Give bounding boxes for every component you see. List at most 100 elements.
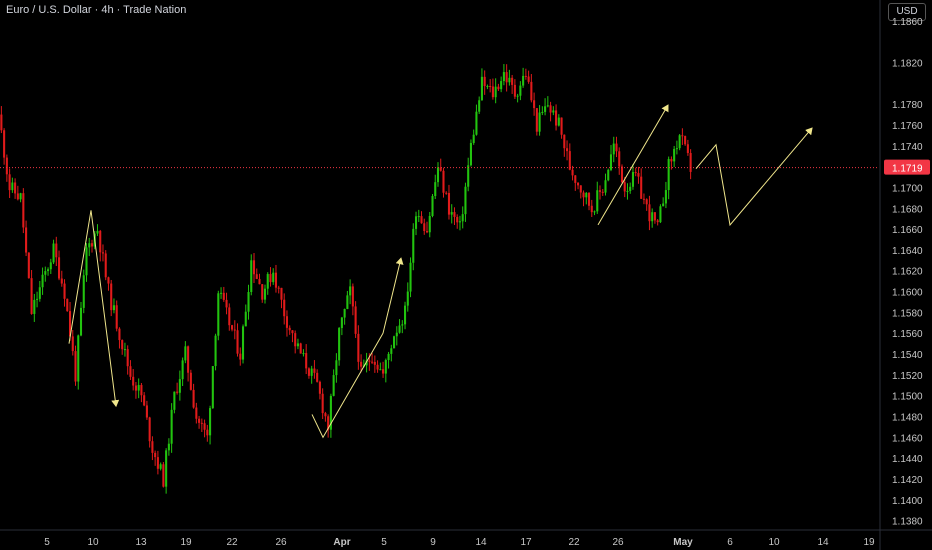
- candle-body: [645, 199, 648, 205]
- candle-body: [217, 293, 220, 336]
- candle-body: [302, 353, 305, 355]
- candle-body: [258, 278, 261, 285]
- candle-body: [90, 243, 94, 247]
- time-tick-label: 5: [381, 537, 387, 548]
- candle-body: [626, 190, 629, 192]
- candle-body: [220, 292, 223, 294]
- candle-body: [431, 196, 434, 216]
- candle-body: [651, 212, 654, 222]
- candle-body: [546, 105, 549, 107]
- candle-body: [8, 174, 11, 191]
- candle-body: [648, 204, 651, 222]
- candle-body: [593, 211, 596, 213]
- candle-body: [502, 72, 505, 82]
- candle-body: [379, 369, 382, 371]
- candle-body: [104, 253, 107, 278]
- candle-body: [151, 441, 154, 453]
- candle-body: [522, 75, 525, 86]
- price-tick-label: 1.1380: [892, 517, 923, 528]
- candle-body: [511, 77, 514, 85]
- time-tick-label: 19: [863, 537, 875, 548]
- time-tick-label: 14: [475, 537, 487, 548]
- candle-body: [184, 346, 187, 361]
- candle-body: [631, 172, 635, 187]
- time-tick-label: Apr: [333, 537, 350, 548]
- price-tick-label: 1.1600: [892, 288, 923, 299]
- candle-body: [513, 84, 516, 97]
- candle-body: [195, 407, 198, 419]
- candle-body: [44, 271, 47, 275]
- candle-body: [568, 151, 571, 170]
- candle-body: [582, 192, 585, 198]
- candle-body: [497, 86, 500, 90]
- candle-body: [464, 186, 467, 215]
- time-tick-label: 9: [430, 537, 436, 548]
- candle-body: [387, 353, 390, 361]
- candle-body: [420, 216, 423, 224]
- candle-body: [143, 395, 146, 406]
- price-tick-label: 1.1460: [892, 433, 923, 444]
- candle-body: [203, 423, 206, 430]
- candle-body: [533, 100, 536, 109]
- candle-body: [299, 343, 302, 354]
- candle-body: [318, 381, 321, 394]
- price-tick-label: 1.1540: [892, 350, 923, 361]
- candle-body: [351, 286, 354, 307]
- candle-body: [557, 117, 560, 126]
- candle-body: [288, 327, 291, 331]
- candle-body: [458, 221, 462, 223]
- price-tick-label: 1.1400: [892, 496, 923, 507]
- candle-body: [524, 75, 527, 77]
- candle-body: [335, 360, 338, 376]
- candle-body: [14, 182, 17, 194]
- candle-body: [629, 186, 632, 191]
- candle-body: [189, 372, 192, 390]
- candle-body: [239, 353, 242, 360]
- candle-body: [252, 260, 256, 275]
- candle-body: [162, 464, 165, 487]
- candle-body: [230, 325, 234, 330]
- price-tick-label: 1.1580: [892, 308, 923, 319]
- candle-body: [447, 193, 451, 215]
- candle-body: [82, 275, 85, 308]
- candle-body: [233, 329, 236, 331]
- candle-body: [373, 361, 376, 365]
- candle-body: [535, 108, 538, 132]
- candle-body: [519, 85, 522, 96]
- candle-body: [112, 305, 116, 311]
- candle-body: [346, 295, 349, 309]
- candle-body: [211, 366, 214, 409]
- candle-body: [11, 182, 14, 191]
- candle-body: [667, 159, 670, 191]
- candle-body: [269, 274, 272, 283]
- candle-body: [25, 227, 28, 253]
- candle-body: [436, 167, 440, 183]
- candle-body: [656, 220, 659, 223]
- candle-body: [601, 191, 604, 193]
- candle-body: [173, 391, 176, 410]
- candle-body: [266, 274, 269, 289]
- candle-body: [338, 328, 341, 361]
- candle-body: [675, 148, 678, 150]
- candle-body: [552, 110, 555, 113]
- candle-body: [27, 252, 30, 279]
- candle-body: [615, 143, 618, 152]
- candle-body: [228, 307, 231, 326]
- candle-body: [291, 330, 294, 334]
- candle-body: [516, 95, 519, 97]
- candle-body: [332, 375, 335, 396]
- candle-body: [57, 257, 61, 279]
- candle-body: [442, 170, 445, 193]
- candle-body: [357, 333, 360, 362]
- candle-body: [368, 360, 371, 362]
- price-tick-label: 1.1420: [892, 475, 923, 486]
- candle-body: [673, 148, 676, 162]
- candle-body: [55, 243, 58, 258]
- chart-canvas[interactable]: 1.1380 1.1400 1.1420 1.1440 1.1460 1.1480 1.15…: [0, 0, 932, 550]
- candle-body: [417, 216, 420, 218]
- candle-body: [563, 134, 566, 149]
- candle-body: [475, 111, 478, 135]
- candle-body: [250, 260, 253, 293]
- candle-body: [414, 216, 418, 229]
- time-tick-label: 14: [817, 537, 829, 548]
